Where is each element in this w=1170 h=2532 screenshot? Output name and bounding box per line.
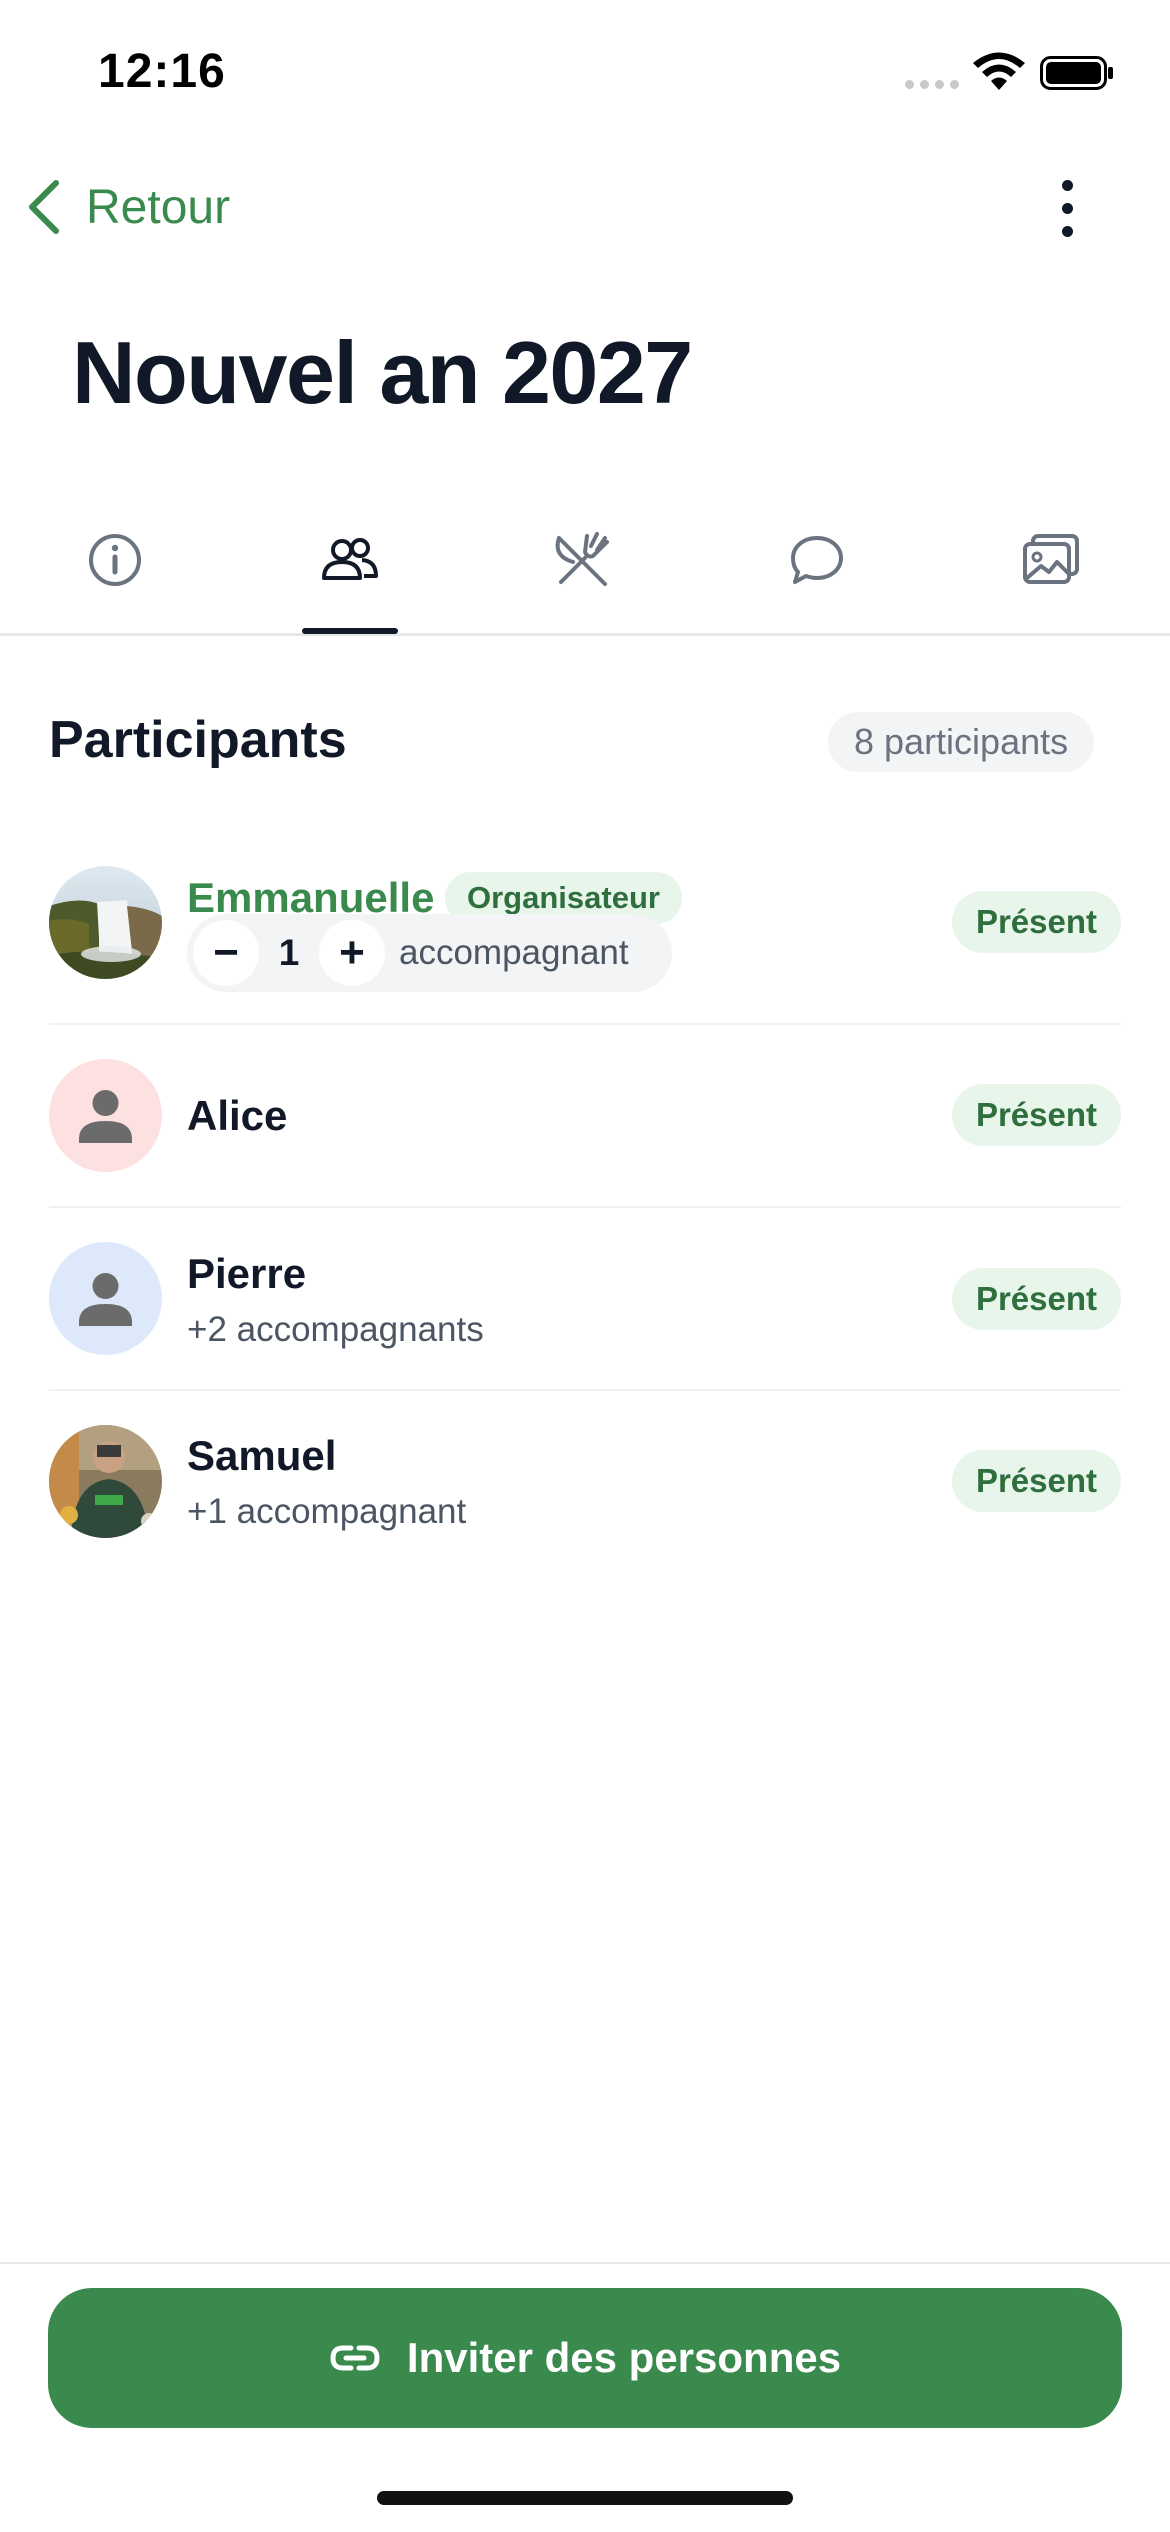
chat-icon: [791, 536, 843, 584]
active-tab-indicator: [302, 628, 398, 634]
cellular-signal-icon: [905, 80, 959, 89]
invite-button[interactable]: Inviter des personnes: [48, 2288, 1122, 2428]
row-divider: [49, 1206, 1121, 1208]
avatar: [49, 1242, 162, 1355]
more-options-button[interactable]: [1040, 176, 1094, 240]
stepper-value: 1: [278, 932, 300, 973]
photos-icon: [1023, 534, 1079, 584]
footer-divider: [0, 2262, 1170, 2264]
chevron-left-icon: [29, 180, 59, 234]
status-bar: 12:16: [0, 0, 1170, 150]
home-indicator: [377, 2491, 793, 2505]
dot: [1061, 225, 1073, 237]
participant-row[interactable]: Pierre +2 accompagnants Présent: [49, 1226, 1121, 1372]
tab-photos[interactable]: [1001, 520, 1101, 600]
guest-stepper: − 1 + accompagnant: [187, 914, 672, 992]
back-label: Retour: [86, 180, 231, 234]
guest-count: +2 accompagnants: [187, 1310, 484, 1349]
page-title: Nouvel an 2027: [72, 323, 693, 422]
row-divider: [49, 1023, 1121, 1025]
invite-button-label: Inviter des personnes: [406, 2334, 842, 2381]
participant-count-badge: 8 participants: [828, 712, 1095, 772]
avatar: [49, 1059, 162, 1172]
participant-row[interactable]: Alice Présent: [49, 1044, 1121, 1190]
tab-participants[interactable]: [300, 520, 400, 600]
utensils-icon: [555, 532, 609, 586]
person-icon: [79, 1273, 132, 1326]
back-button[interactable]: Retour: [24, 170, 230, 244]
section-title: Participants: [49, 711, 347, 769]
increment-button[interactable]: +: [319, 920, 385, 986]
tab-chat[interactable]: [767, 520, 867, 600]
avatar: [49, 1425, 162, 1538]
people-icon: [322, 538, 378, 580]
person-icon: [79, 1090, 132, 1143]
avatar: [49, 866, 162, 979]
row-divider: [49, 1389, 1121, 1391]
status-badge: Présent: [951, 1450, 1121, 1512]
link-icon: [330, 2345, 380, 2371]
participant-name: Samuel: [187, 1432, 337, 1479]
guest-count: +1 accompagnant: [187, 1492, 467, 1531]
status-badge: Présent: [951, 1084, 1121, 1146]
dot: [1061, 202, 1073, 214]
decrement-button[interactable]: −: [193, 920, 259, 986]
info-icon: [89, 534, 141, 586]
tab-menu[interactable]: [533, 520, 633, 600]
status-time: 12:16: [98, 45, 226, 98]
participant-name: Pierre: [187, 1250, 307, 1297]
participant-row[interactable]: Emmanuelle Organisateur − 1 + accompagna…: [49, 842, 1121, 1016]
participant-row[interactable]: Samuel +1 accompagnant Présent: [49, 1408, 1121, 1554]
participant-name: Alice: [187, 1092, 288, 1139]
stepper-label: accompagnant: [399, 933, 629, 972]
status-badge: Présent: [951, 1268, 1121, 1330]
status-badge: Présent: [951, 891, 1121, 953]
dot: [1061, 179, 1073, 191]
tab-info[interactable]: [65, 520, 165, 600]
battery-icon: [1040, 56, 1113, 90]
wifi-icon: [973, 52, 1025, 90]
tab-bar: [0, 500, 1170, 636]
